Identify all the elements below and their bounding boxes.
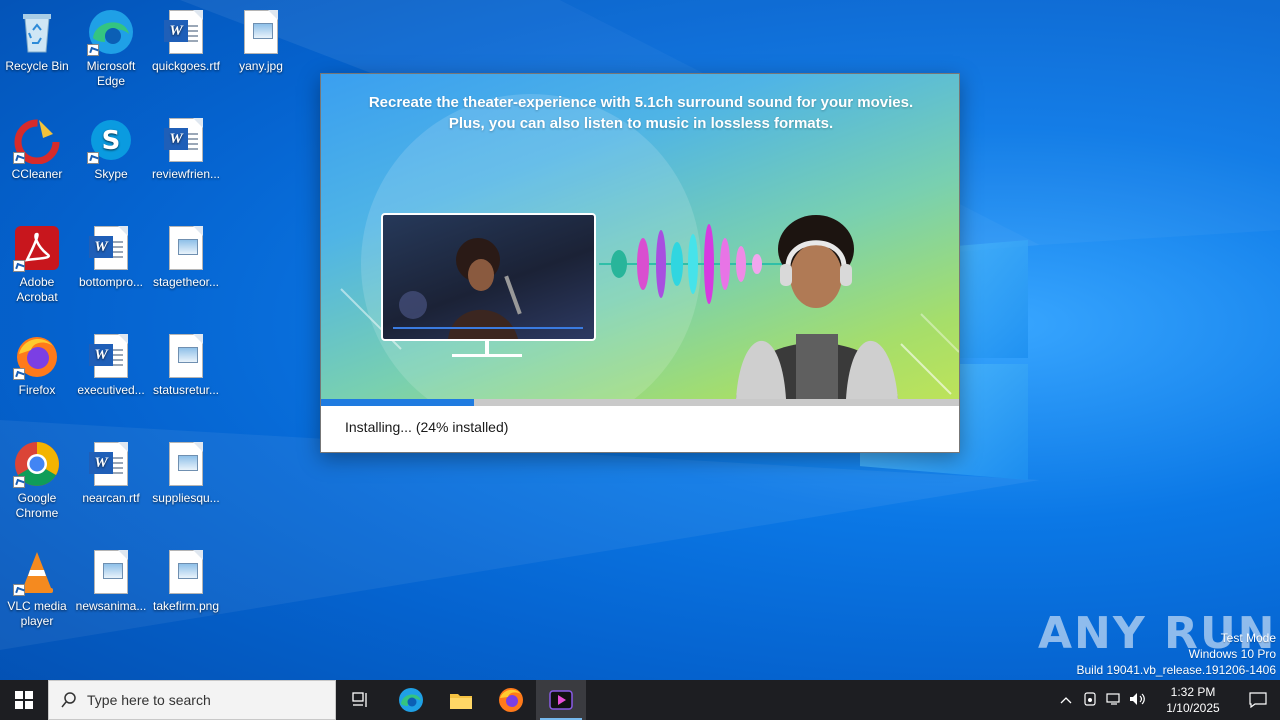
installer-window[interactable]: Recreate the theater-experience with 5.1… bbox=[320, 73, 960, 453]
device-icon[interactable] bbox=[1078, 691, 1102, 709]
word-document-icon: W bbox=[87, 332, 135, 380]
desktop-icon-executived[interactable]: W executived... bbox=[74, 332, 148, 398]
firefox-icon bbox=[13, 332, 61, 380]
word-document-icon: W bbox=[162, 116, 210, 164]
desktop-icon-yany[interactable]: yany.jpg bbox=[224, 8, 298, 74]
edge-icon bbox=[399, 688, 423, 712]
ccleaner-icon bbox=[13, 116, 61, 165]
taskbar-search-box[interactable]: Type here to search bbox=[48, 680, 336, 720]
volume-icon[interactable] bbox=[1126, 692, 1150, 709]
chevron-up-icon[interactable] bbox=[1054, 693, 1078, 707]
word-document-icon: W bbox=[162, 8, 210, 56]
image-file-icon bbox=[87, 548, 135, 596]
install-progress-bar bbox=[321, 399, 959, 406]
desktop-icon-newsanima[interactable]: newsanima... bbox=[74, 548, 148, 614]
desktop-icon-acrobat[interactable]: Adobe Acrobat bbox=[0, 224, 74, 305]
banner-headline: Recreate the theater-experience with 5.1… bbox=[368, 94, 914, 132]
windows-start-icon bbox=[15, 691, 33, 709]
taskbar-clock[interactable]: 1:32 PM 1/10/2025 bbox=[1154, 684, 1232, 716]
task-view-button[interactable] bbox=[336, 680, 386, 720]
desktop-icon-takefirm[interactable]: takefirm.png bbox=[149, 548, 223, 614]
desktop-icon-vlc[interactable]: VLC media player bbox=[0, 548, 74, 629]
taskbar: Type here to search 1:32 PM 1/10/2025 bbox=[0, 680, 1280, 720]
desktop-icon-nearcan[interactable]: W nearcan.rtf bbox=[74, 440, 148, 506]
taskbar-file-explorer-button[interactable] bbox=[436, 680, 486, 720]
start-button[interactable] bbox=[0, 680, 48, 720]
media-player-app-icon bbox=[549, 690, 573, 710]
taskbar-firefox-button[interactable] bbox=[486, 680, 536, 720]
svg-text:S: S bbox=[102, 126, 121, 156]
desktop-icon-reviewfrien[interactable]: W reviewfrien... bbox=[149, 116, 223, 182]
desktop-icon-stagetheor[interactable]: stagetheor... bbox=[149, 224, 223, 290]
acrobat-icon bbox=[13, 224, 61, 272]
desktop-icon-ccleaner[interactable]: CCleaner bbox=[0, 116, 74, 182]
image-file-icon bbox=[237, 8, 285, 56]
desktop-icon-firefox[interactable]: Firefox bbox=[0, 332, 74, 398]
installer-banner: Recreate the theater-experience with 5.1… bbox=[321, 74, 959, 399]
desktop-icon-skype[interactable]: S Skype bbox=[74, 116, 148, 182]
listener-illustration bbox=[736, 215, 898, 399]
desktop-icon-suppliesqu[interactable]: suppliesqu... bbox=[149, 440, 223, 506]
install-status-text: Installing... (24% installed) bbox=[345, 419, 509, 435]
taskbar-edge-button[interactable] bbox=[386, 680, 436, 720]
desktop-icon-chrome[interactable]: Google Chrome bbox=[0, 440, 74, 521]
taskbar-installer-button[interactable] bbox=[536, 680, 586, 720]
system-tray: 1:32 PM 1/10/2025 bbox=[1054, 680, 1280, 720]
chrome-icon bbox=[13, 440, 61, 488]
notification-icon bbox=[1249, 692, 1267, 708]
image-file-icon bbox=[162, 440, 210, 488]
search-icon bbox=[61, 692, 76, 708]
recycle-bin-icon bbox=[13, 8, 61, 56]
task-view-icon bbox=[352, 692, 367, 707]
image-file-icon bbox=[162, 548, 210, 596]
desktop-icon-quickgoes[interactable]: W quickgoes.rtf bbox=[149, 8, 223, 74]
edge-icon bbox=[87, 8, 135, 56]
desktop-icon-recycle-bin[interactable]: Recycle Bin bbox=[0, 8, 74, 74]
image-file-icon bbox=[162, 224, 210, 272]
network-icon[interactable] bbox=[1102, 692, 1126, 709]
desktop-icon-edge[interactable]: Microsoft Edge bbox=[74, 8, 148, 89]
search-placeholder: Type here to search bbox=[87, 692, 211, 708]
word-document-icon: W bbox=[87, 224, 135, 272]
monitor-base bbox=[452, 354, 522, 357]
image-file-icon bbox=[162, 332, 210, 380]
install-progress-fill bbox=[321, 399, 475, 406]
skype-icon: S bbox=[87, 116, 135, 164]
monitor-illustration bbox=[381, 213, 596, 341]
clock-time: 1:32 PM bbox=[1170, 685, 1216, 699]
word-document-icon: W bbox=[87, 440, 135, 488]
firefox-icon bbox=[499, 688, 523, 712]
system-watermark: Test Mode Windows 10 Pro Build 19041.vb_… bbox=[1076, 631, 1277, 677]
vlc-icon bbox=[13, 548, 61, 596]
desktop-icon-bottompro[interactable]: W bottompro... bbox=[74, 224, 148, 290]
folder-icon bbox=[450, 694, 472, 709]
monitor-stand bbox=[485, 341, 489, 355]
action-center-button[interactable] bbox=[1236, 692, 1280, 708]
desktop-icon-statusretur[interactable]: statusretur... bbox=[149, 332, 223, 398]
clock-date: 1/10/2025 bbox=[1166, 701, 1220, 715]
